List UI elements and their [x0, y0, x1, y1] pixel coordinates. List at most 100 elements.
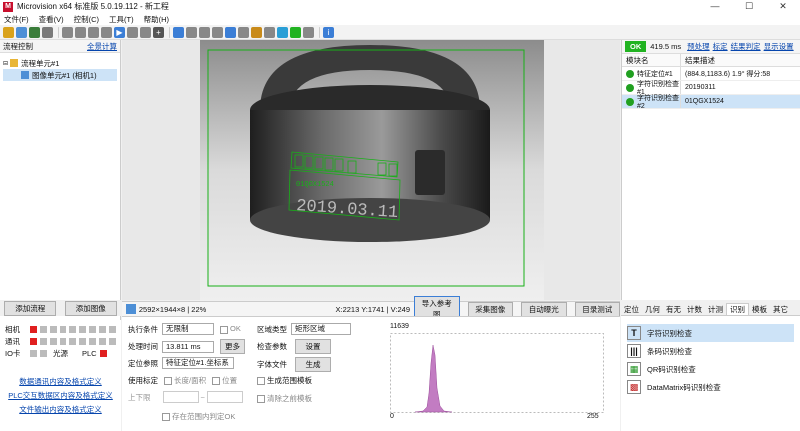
more-button[interactable]: 更多 — [220, 339, 245, 354]
capture-image-button[interactable]: 采集图像 — [467, 301, 513, 317]
frame-icon[interactable] — [140, 26, 151, 38]
stop-icon[interactable] — [88, 26, 99, 38]
auto-exposure-button[interactable]: 自动曝光 — [521, 301, 567, 317]
calibration-link[interactable]: 标定 — [713, 41, 728, 52]
maximize-icon[interactable]: ☐ — [732, 0, 766, 13]
zoom-out-icon[interactable] — [212, 26, 223, 38]
add-flow-button[interactable]: 添加流程 — [4, 300, 57, 316]
menu-file[interactable]: 文件(F) — [4, 14, 29, 25]
tab-locate[interactable]: 定位 — [621, 304, 642, 315]
table-row[interactable]: 字符识别检查#2 01QGX1524 — [622, 95, 800, 110]
step-back-icon[interactable] — [62, 26, 73, 38]
zoom-in-icon[interactable] — [199, 26, 210, 38]
tree-item-flow[interactable]: ⊟ 流程单元#1 — [3, 57, 117, 69]
status-badge: OK — [625, 41, 647, 52]
step-forward-icon[interactable] — [75, 26, 86, 38]
light-label: 光源 — [53, 348, 68, 358]
image-icon[interactable] — [238, 26, 249, 38]
layers-icon[interactable] — [264, 26, 275, 38]
qr-code-icon: ▦ — [627, 362, 641, 376]
camera-icon[interactable] — [173, 26, 184, 38]
tool-qrcode[interactable]: ▦ QR码识别检查 — [627, 360, 794, 378]
tab-template[interactable]: 模板 — [749, 304, 770, 315]
globe-icon[interactable] — [277, 26, 288, 38]
use-calibration-label: 使用标定 — [128, 376, 158, 385]
result-judge-link[interactable]: 结果判定 — [731, 41, 761, 52]
menu-view[interactable]: 查看(V) — [39, 14, 64, 25]
column-header-result: 结果描述 — [680, 54, 800, 66]
plc-led — [99, 349, 107, 357]
status-led — [29, 337, 37, 345]
text-tool-icon: T — [627, 326, 641, 340]
display-settings-link[interactable]: 显示设置 — [764, 41, 794, 52]
tool-ocr[interactable]: T 字符识别检查 — [627, 324, 794, 342]
datamatrix-icon: ▩ — [627, 380, 641, 394]
tab-measure[interactable]: 计测 — [705, 304, 726, 315]
limit-label: 上下限 — [128, 392, 151, 402]
position-checkbox[interactable]: 位置 — [212, 375, 237, 386]
plc-data-link[interactable]: PLC交互数据区内容及格式定义 — [5, 389, 116, 403]
pixel-coords-text: X:2213 Y:1741 | V:249 — [335, 304, 410, 314]
menu-control[interactable]: 控制(C) — [74, 14, 99, 25]
crosshair-icon[interactable]: + — [153, 26, 164, 38]
camera-image[interactable]: 01QGX1524 2019.03.11 — [200, 40, 544, 300]
close-icon[interactable]: ✕ — [766, 0, 800, 13]
tree-item-image[interactable]: 图像单元#1 (相机1) — [3, 69, 117, 81]
process-time-value: 13.811 ms — [162, 340, 214, 353]
save-icon[interactable] — [16, 26, 27, 38]
settings-button[interactable]: 设置 — [295, 339, 331, 354]
status-row-io: IO卡 光源 PLC — [5, 347, 116, 359]
ok-checkbox[interactable]: OK — [220, 324, 241, 334]
histogram-xmin-label: 0 — [390, 413, 394, 420]
tool-datamatrix[interactable]: ▩ DataMatrix码识别检查 — [627, 378, 794, 396]
flow-buttons: 添加流程 添加图像 — [0, 300, 121, 316]
palette-icon[interactable] — [251, 26, 262, 38]
grid-icon[interactable] — [29, 26, 40, 38]
upper-limit-input[interactable] — [206, 391, 243, 403]
locate-reference-label: 定位参照 — [128, 358, 158, 368]
check-params-label: 检查参数 — [257, 342, 287, 351]
expand-all-link[interactable]: 全景计算 — [87, 41, 117, 52]
within-range-checkbox[interactable]: 存在范围内判定OK — [162, 411, 235, 422]
file-output-link[interactable]: 文件输出内容及格式定义 — [5, 403, 116, 417]
info-icon[interactable]: i — [323, 26, 334, 38]
menu-tools[interactable]: 工具(T) — [109, 14, 134, 25]
gear-icon[interactable] — [303, 26, 314, 38]
record-icon[interactable] — [101, 26, 112, 38]
locate-reference-select[interactable]: 特征定位#1.坐标系 — [162, 357, 234, 369]
tab-recognition[interactable]: 识别 — [726, 303, 749, 315]
image-unit-icon — [21, 71, 29, 79]
region-type-select[interactable]: 矩形区域 — [291, 323, 351, 335]
clear-template-checkbox[interactable]: 清除之前模板 — [257, 393, 312, 404]
tab-geometry[interactable]: 几何 — [642, 304, 663, 315]
fit-view-icon[interactable] — [225, 26, 236, 38]
generate-button[interactable]: 生成 — [295, 357, 331, 372]
lower-limit-input[interactable] — [162, 391, 199, 403]
window-title: Microvision x64 标准版 5.0.19.112 - 新工程 — [17, 2, 169, 11]
directory-test-button[interactable]: 目录测试 — [574, 301, 620, 317]
open-folder-icon[interactable] — [3, 26, 14, 38]
column-header-module: 模块名 — [626, 55, 649, 65]
device-status-panel: 相机 通讯 IO卡 光源 PLC 数据通讯内容及格式定义 PLC交互数据区内容及… — [0, 320, 121, 431]
tab-presence[interactable]: 有无 — [663, 304, 684, 315]
preprocess-link[interactable]: 预处理 — [687, 41, 710, 52]
add-image-button[interactable]: 添加图像 — [64, 300, 117, 316]
tab-other[interactable]: 其它 — [770, 304, 791, 315]
tab-count[interactable]: 计数 — [684, 304, 705, 315]
image-size-text: 2592×1944×8 | 22% — [138, 304, 207, 314]
menu-help[interactable]: 帮助(H) — [144, 14, 169, 25]
pause-icon[interactable] — [127, 26, 138, 38]
histogram-plot — [390, 333, 604, 413]
capture-icon[interactable] — [186, 26, 197, 38]
generate-range-checkbox[interactable]: 生成范围模板 — [257, 375, 312, 386]
collapse-icon[interactable]: ⊟ — [3, 60, 8, 67]
settings-icon[interactable] — [42, 26, 53, 38]
network-icon[interactable] — [290, 26, 301, 38]
tool-barcode[interactable]: ||| 条码识别检查 — [627, 342, 794, 360]
exec-condition-select[interactable]: 无限制 — [162, 323, 214, 335]
play-icon[interactable]: ▶ — [114, 26, 125, 38]
status-row-camera: 相机 — [5, 323, 117, 335]
minimize-icon[interactable]: — — [698, 0, 732, 13]
length-area-checkbox[interactable]: 长度/面积 — [164, 375, 206, 386]
data-comm-link[interactable]: 数据通讯内容及格式定义 — [5, 375, 116, 389]
